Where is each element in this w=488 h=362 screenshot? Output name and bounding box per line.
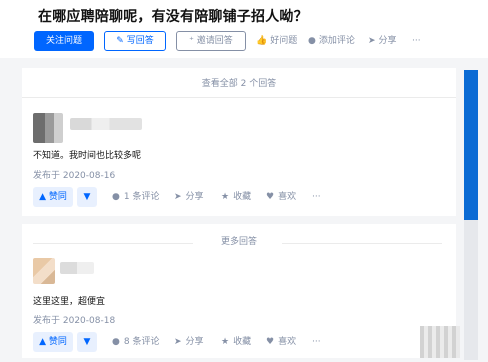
paper-plane-icon: ➤ bbox=[174, 337, 182, 347]
share-question-button[interactable]: ➤ 分享 bbox=[368, 31, 397, 51]
question-title: 在哪应聘陪聊呢，有没有陪聊铺子招人呦？ bbox=[38, 9, 308, 25]
add-comment-button[interactable]: ● 添加评论 bbox=[308, 31, 355, 51]
like-label: 喜欢 bbox=[278, 337, 297, 347]
star-icon: ★ bbox=[221, 192, 230, 202]
collect-label: 收藏 bbox=[233, 337, 252, 347]
upvote-button[interactable]: ▲ 赞同 bbox=[33, 187, 73, 207]
author-name-blurred[interactable] bbox=[60, 262, 94, 274]
star-icon: ★ bbox=[221, 337, 230, 347]
watermark-blur bbox=[420, 326, 460, 358]
collect-label: 收藏 bbox=[233, 192, 252, 202]
write-answer-button[interactable]: ✎ 写回答 bbox=[104, 31, 166, 51]
pencil-icon: ✎ bbox=[116, 36, 127, 46]
share-question-label: 分享 bbox=[378, 36, 397, 46]
answer-text: 这里这里，超便宜 bbox=[33, 297, 106, 307]
question-actions: 关注问题 ✎ 写回答 ⁺ 邀请回答 👍 好问题 ● 添加评论 ➤ 分享 ··· bbox=[0, 30, 488, 52]
comment-bubble-icon: ● bbox=[308, 36, 316, 46]
answer-date[interactable]: 发布于 2020-08-16 bbox=[33, 168, 115, 181]
share-label: 分享 bbox=[185, 337, 204, 347]
share-button[interactable]: ➤ 分享 bbox=[174, 187, 204, 207]
scrollbar-thumb[interactable] bbox=[464, 70, 478, 220]
answer-text: 不知道。我时间也比较多呢 bbox=[33, 151, 142, 161]
paper-plane-icon: ➤ bbox=[174, 192, 182, 202]
add-comment-label: 添加评论 bbox=[318, 36, 355, 46]
like-button[interactable]: ♥ 喜欢 bbox=[266, 187, 296, 207]
avatar[interactable] bbox=[33, 258, 55, 284]
heart-icon: ♥ bbox=[266, 337, 275, 347]
more-actions-button[interactable]: ··· bbox=[412, 31, 421, 51]
collect-button[interactable]: ★ 收藏 bbox=[221, 187, 251, 207]
heart-icon: ♥ bbox=[266, 192, 275, 202]
comments-label: 8 条评论 bbox=[123, 337, 160, 347]
good-question-label: 好问题 bbox=[270, 36, 298, 46]
answer-date[interactable]: 发布于 2020-08-18 bbox=[33, 313, 115, 326]
comments-button[interactable]: ● 1 条评论 bbox=[112, 187, 159, 207]
write-answer-label: 写回答 bbox=[126, 36, 154, 46]
paper-plane-icon: ➤ bbox=[368, 36, 376, 46]
invite-answer-button[interactable]: ⁺ 邀请回答 bbox=[176, 31, 246, 51]
person-add-icon: ⁺ bbox=[189, 36, 197, 46]
card-gap bbox=[22, 216, 456, 224]
thumbs-up-icon: 👍 bbox=[256, 36, 268, 46]
like-button[interactable]: ♥ 喜欢 bbox=[266, 332, 296, 352]
collect-button[interactable]: ★ 收藏 bbox=[221, 332, 251, 352]
share-button[interactable]: ➤ 分享 bbox=[174, 332, 204, 352]
share-label: 分享 bbox=[185, 192, 204, 202]
view-all-answers-link[interactable]: 查看全部 2 个回答 bbox=[22, 70, 456, 98]
good-question-button[interactable]: 👍 好问题 bbox=[256, 31, 297, 51]
question-header: 在哪应聘陪聊呢，有没有陪聊铺子招人呦？ 关注问题 ✎ 写回答 ⁺ 邀请回答 👍 好… bbox=[0, 0, 488, 58]
avatar[interactable] bbox=[33, 113, 63, 143]
invite-answer-label: 邀请回答 bbox=[196, 36, 233, 46]
author-name-blurred[interactable] bbox=[70, 118, 142, 130]
comment-bubble-icon: ● bbox=[112, 192, 120, 202]
comments-label: 1 条评论 bbox=[123, 192, 160, 202]
follow-question-button[interactable]: 关注问题 bbox=[34, 31, 94, 51]
downvote-button[interactable]: ▼ bbox=[77, 332, 97, 352]
comment-bubble-icon: ● bbox=[112, 337, 120, 347]
upvote-button[interactable]: ▲ 赞同 bbox=[33, 332, 73, 352]
like-label: 喜欢 bbox=[278, 192, 297, 202]
downvote-button[interactable]: ▼ bbox=[77, 187, 97, 207]
more-button[interactable]: ··· bbox=[312, 187, 321, 207]
comments-button[interactable]: ● 8 条评论 bbox=[112, 332, 159, 352]
divider-right bbox=[282, 243, 442, 244]
more-button[interactable]: ··· bbox=[312, 332, 321, 352]
more-answers-label: 更多回答 bbox=[220, 237, 257, 247]
